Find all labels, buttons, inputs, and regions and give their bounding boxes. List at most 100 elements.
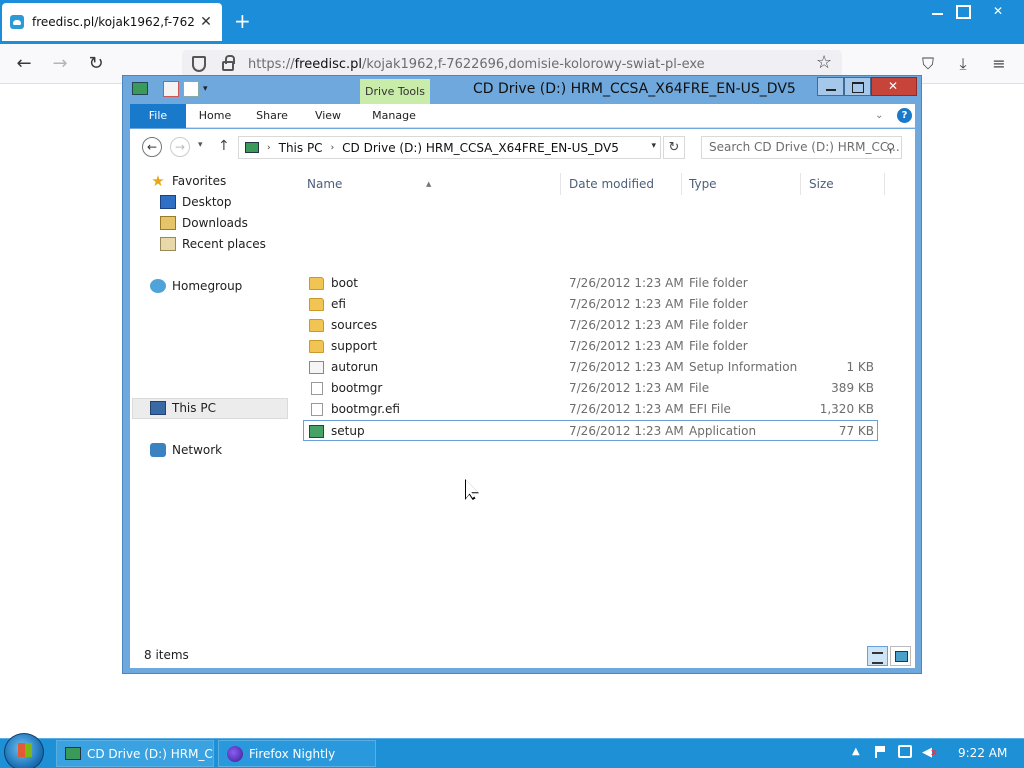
nav-item-label: This PC [172,401,216,415]
search-icon[interactable]: ⚲ [886,138,895,158]
nav-item-recent-places[interactable]: Recent places [160,234,266,254]
taskbar-button-label: Firefox Nightly [249,746,336,761]
nav-item-favorites[interactable]: ★ Favorites [150,171,226,191]
tab-manage[interactable]: Manage [364,104,424,128]
search-placeholder: Search CD Drive (D:) HRM_CC... [709,140,900,154]
forward-icon[interactable]: → [48,52,72,76]
url-text[interactable]: https://freedisc.pl/kojak1962,f-7622696,… [248,57,808,72]
nav-item-homegroup[interactable]: Homegroup [150,276,242,296]
file-list: Name ▲ Date modified Type Size boot 7/26/… [303,167,908,642]
taskbar-explorer-button[interactable]: CD Drive (D:) HRM_C... [56,740,214,767]
downloads-icon[interactable]: ⤓ [951,52,975,76]
tab-home[interactable]: Home [192,104,238,128]
drive-icon [245,142,259,153]
address-bar[interactable]: › This PC › CD Drive (D:) HRM_CCSA_X64FR… [238,136,661,159]
breadcrumb-separator-icon[interactable]: › [267,143,271,153]
column-header-size[interactable]: Size [806,173,885,195]
network-status-icon[interactable] [898,745,912,758]
breadcrumb-separator-icon[interactable]: › [331,143,335,153]
explorer-window: ▾ Drive Tools CD Drive (D:) HRM_CCSA_X64… [122,75,922,674]
new-folder-icon[interactable] [183,81,199,97]
close-button[interactable] [871,77,917,96]
column-header-type[interactable]: Type [686,173,801,195]
clock[interactable]: 9:22 AM [958,746,1007,760]
table-row[interactable]: support 7/26/2012 1:23 AM File folder [304,336,878,357]
maximize-button[interactable] [844,77,871,96]
back-icon[interactable]: ← [12,52,36,76]
nav-item-this-pc[interactable]: This PC [150,398,216,418]
new-tab-button[interactable]: + [234,9,251,33]
browser-tab[interactable]: freedisc.pl/kojak1962,f-7622696 ✕ [2,3,222,41]
details-view-icon[interactable] [867,646,888,666]
file-date: 7/26/2012 1:23 AM [569,381,684,395]
table-row[interactable]: bootmgr 7/26/2012 1:23 AM File 389 KB [304,378,878,399]
properties-icon[interactable] [163,81,179,97]
nav-forward-icon[interactable]: → [170,137,190,157]
nav-item-network[interactable]: Network [150,440,222,460]
tab-file[interactable]: File [130,104,186,128]
nav-back-icon[interactable]: ← [142,137,162,157]
taskbar-firefox-button[interactable]: Firefox Nightly [218,740,376,767]
file-type: File folder [689,297,748,311]
file-name: bootmgr.efi [331,402,400,416]
nav-item-label: Downloads [182,216,248,230]
qat-dropdown-icon[interactable]: ▾ [203,81,213,97]
table-row[interactable]: sources 7/26/2012 1:23 AM File folder [304,315,878,336]
file-type: Application [689,424,757,438]
expand-ribbon-icon[interactable]: ⌄ [875,110,883,121]
large-icons-view-icon[interactable] [890,646,911,666]
up-icon[interactable]: ↑ [218,138,230,154]
file-icon [311,403,323,416]
start-button[interactable] [4,733,44,768]
drive-app-icon[interactable] [132,82,148,95]
help-icon[interactable]: ? [897,108,912,123]
file-name: setup [331,424,365,438]
column-label: Name [307,177,343,191]
file-name: boot [331,276,359,290]
table-row[interactable]: efi 7/26/2012 1:23 AM File folder [304,294,878,315]
browser-maximize-button[interactable] [946,1,978,21]
address-dropdown-icon[interactable]: ▾ [651,141,656,151]
table-row[interactable]: autorun 7/26/2012 1:23 AM Setup Informat… [304,357,878,378]
url-bar[interactable]: https://freedisc.pl/kojak1962,f-7622696,… [182,50,842,78]
pocket-icon[interactable]: ⛉ [916,52,940,76]
browser-close-button[interactable] [982,1,1014,21]
hamburger-menu-icon[interactable]: ≡ [987,52,1011,76]
refresh-icon[interactable]: ↻ [663,136,685,159]
url-host: freedisc.pl [294,56,363,72]
tab-view[interactable]: View [306,104,350,128]
explorer-title-bar[interactable]: ▾ Drive Tools CD Drive (D:) HRM_CCSA_X64… [123,76,921,105]
tab-share[interactable]: Share [250,104,294,128]
table-row[interactable]: bootmgr.efi 7/26/2012 1:23 AM EFI File 1… [304,399,878,420]
homegroup-icon [150,279,166,293]
file-size: 389 KB [831,381,874,395]
recent-locations-icon[interactable]: ▾ [198,140,203,150]
minimize-button[interactable] [817,77,844,96]
folder-icon [309,277,324,290]
table-row-selected[interactable]: setup 7/26/2012 1:23 AM Application 77 K… [303,420,878,441]
column-header-date[interactable]: Date modified [566,173,682,195]
breadcrumb-cd-drive[interactable]: CD Drive (D:) HRM_CCSA_X64FRE_EN-US_DV5 [342,141,619,155]
folder-icon [309,319,324,332]
file-date: 7/26/2012 1:23 AM [569,339,684,353]
tracking-shield-icon[interactable] [192,56,206,72]
bookmark-star-icon[interactable]: ☆ [816,52,832,73]
setup-application-icon [309,425,324,438]
nav-item-downloads[interactable]: Downloads [160,213,248,233]
lock-icon[interactable] [222,55,235,71]
tab-close-icon[interactable]: ✕ [198,14,214,30]
folder-icon [309,340,324,353]
breadcrumb-this-pc[interactable]: This PC [279,141,323,155]
taskbar-button-label: CD Drive (D:) HRM_C... [87,746,214,761]
file-type: File folder [689,276,748,290]
status-bar: 8 items [130,642,915,668]
reload-icon[interactable]: ↻ [84,52,108,76]
nav-item-desktop[interactable]: Desktop [160,192,232,212]
show-hidden-icons-icon[interactable]: ▲ [852,746,860,757]
url-prefix: https:// [248,56,295,72]
search-input[interactable]: Search CD Drive (D:) HRM_CC... ⚲ [701,136,902,159]
file-date: 7/26/2012 1:23 AM [569,297,684,311]
table-row[interactable]: boot 7/26/2012 1:23 AM File folder [304,273,878,294]
column-header-name[interactable]: Name ▲ [304,173,561,195]
action-center-flag-icon[interactable] [875,746,887,758]
